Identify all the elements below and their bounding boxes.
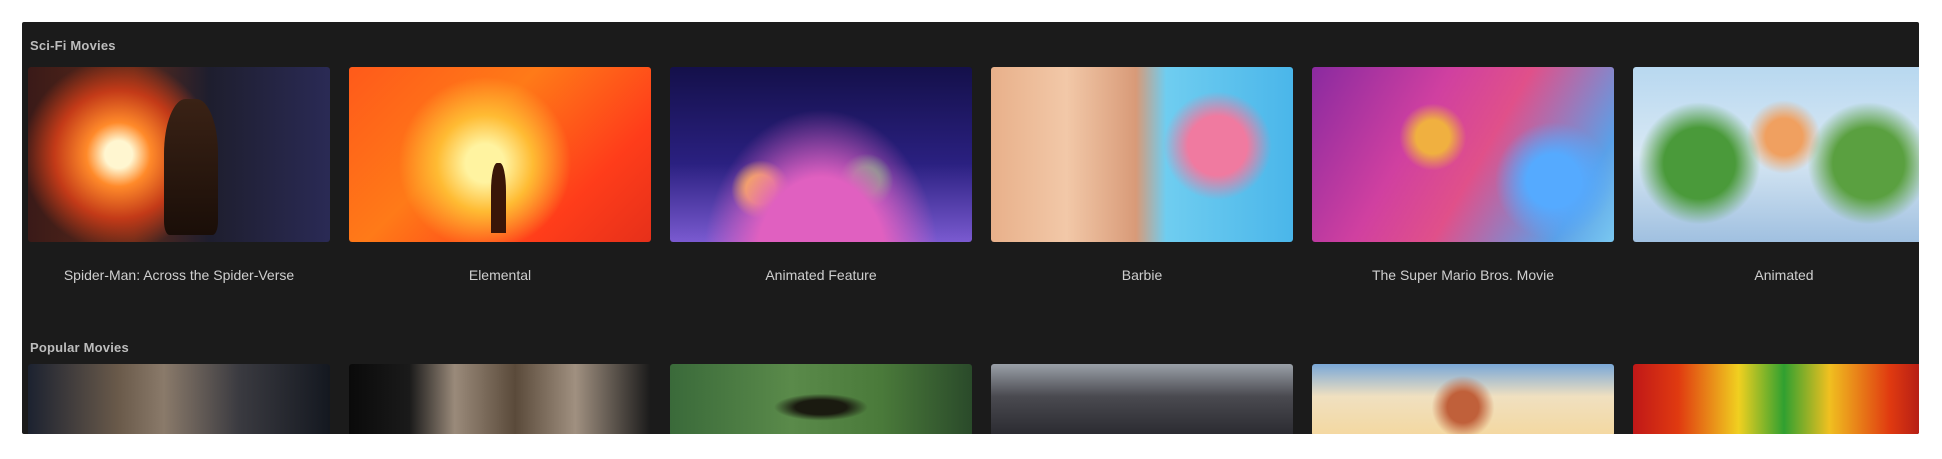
movie-card[interactable] [670, 364, 972, 434]
movie-card[interactable]: Elemental [349, 67, 651, 283]
movie-card[interactable]: Spider-Man: Across the Spider-Verse [28, 67, 330, 283]
movie-poster[interactable] [1312, 67, 1614, 242]
movie-browser-panel: Sci-Fi Movies Spider-Man: Across the Spi… [22, 22, 1919, 434]
movie-title[interactable]: Animated [1633, 267, 1919, 283]
movie-poster[interactable] [349, 364, 651, 434]
movie-poster[interactable] [349, 67, 651, 242]
section-title-sci-fi: Sci-Fi Movies [30, 38, 116, 53]
movie-title[interactable]: The Super Mario Bros. Movie [1312, 267, 1614, 283]
movie-poster[interactable] [670, 364, 972, 434]
movie-poster[interactable] [28, 364, 330, 434]
movie-card[interactable] [349, 364, 651, 434]
movie-poster[interactable] [28, 67, 330, 242]
movie-poster[interactable] [1312, 364, 1614, 434]
movie-title[interactable]: Animated Feature [670, 267, 972, 283]
movie-poster[interactable] [1633, 67, 1919, 242]
section-title-popular: Popular Movies [30, 340, 129, 355]
movie-card[interactable] [991, 364, 1293, 434]
movie-title[interactable]: Spider-Man: Across the Spider-Verse [28, 267, 330, 283]
movie-row-sci-fi: Spider-Man: Across the Spider-Verse Elem… [22, 67, 1919, 283]
movie-poster[interactable] [670, 67, 972, 242]
movie-card[interactable] [1312, 364, 1614, 434]
movie-poster[interactable] [991, 364, 1293, 434]
movie-poster[interactable] [1633, 364, 1919, 434]
movie-title[interactable]: Elemental [349, 267, 651, 283]
movie-row-popular [22, 364, 1919, 434]
movie-card[interactable]: Animated Feature [670, 67, 972, 283]
movie-card[interactable]: The Super Mario Bros. Movie [1312, 67, 1614, 283]
movie-poster[interactable] [991, 67, 1293, 242]
movie-title[interactable]: Barbie [991, 267, 1293, 283]
movie-card[interactable] [1633, 364, 1919, 434]
movie-card[interactable]: Barbie [991, 67, 1293, 283]
movie-card[interactable]: Animated [1633, 67, 1919, 283]
movie-card[interactable] [28, 364, 330, 434]
